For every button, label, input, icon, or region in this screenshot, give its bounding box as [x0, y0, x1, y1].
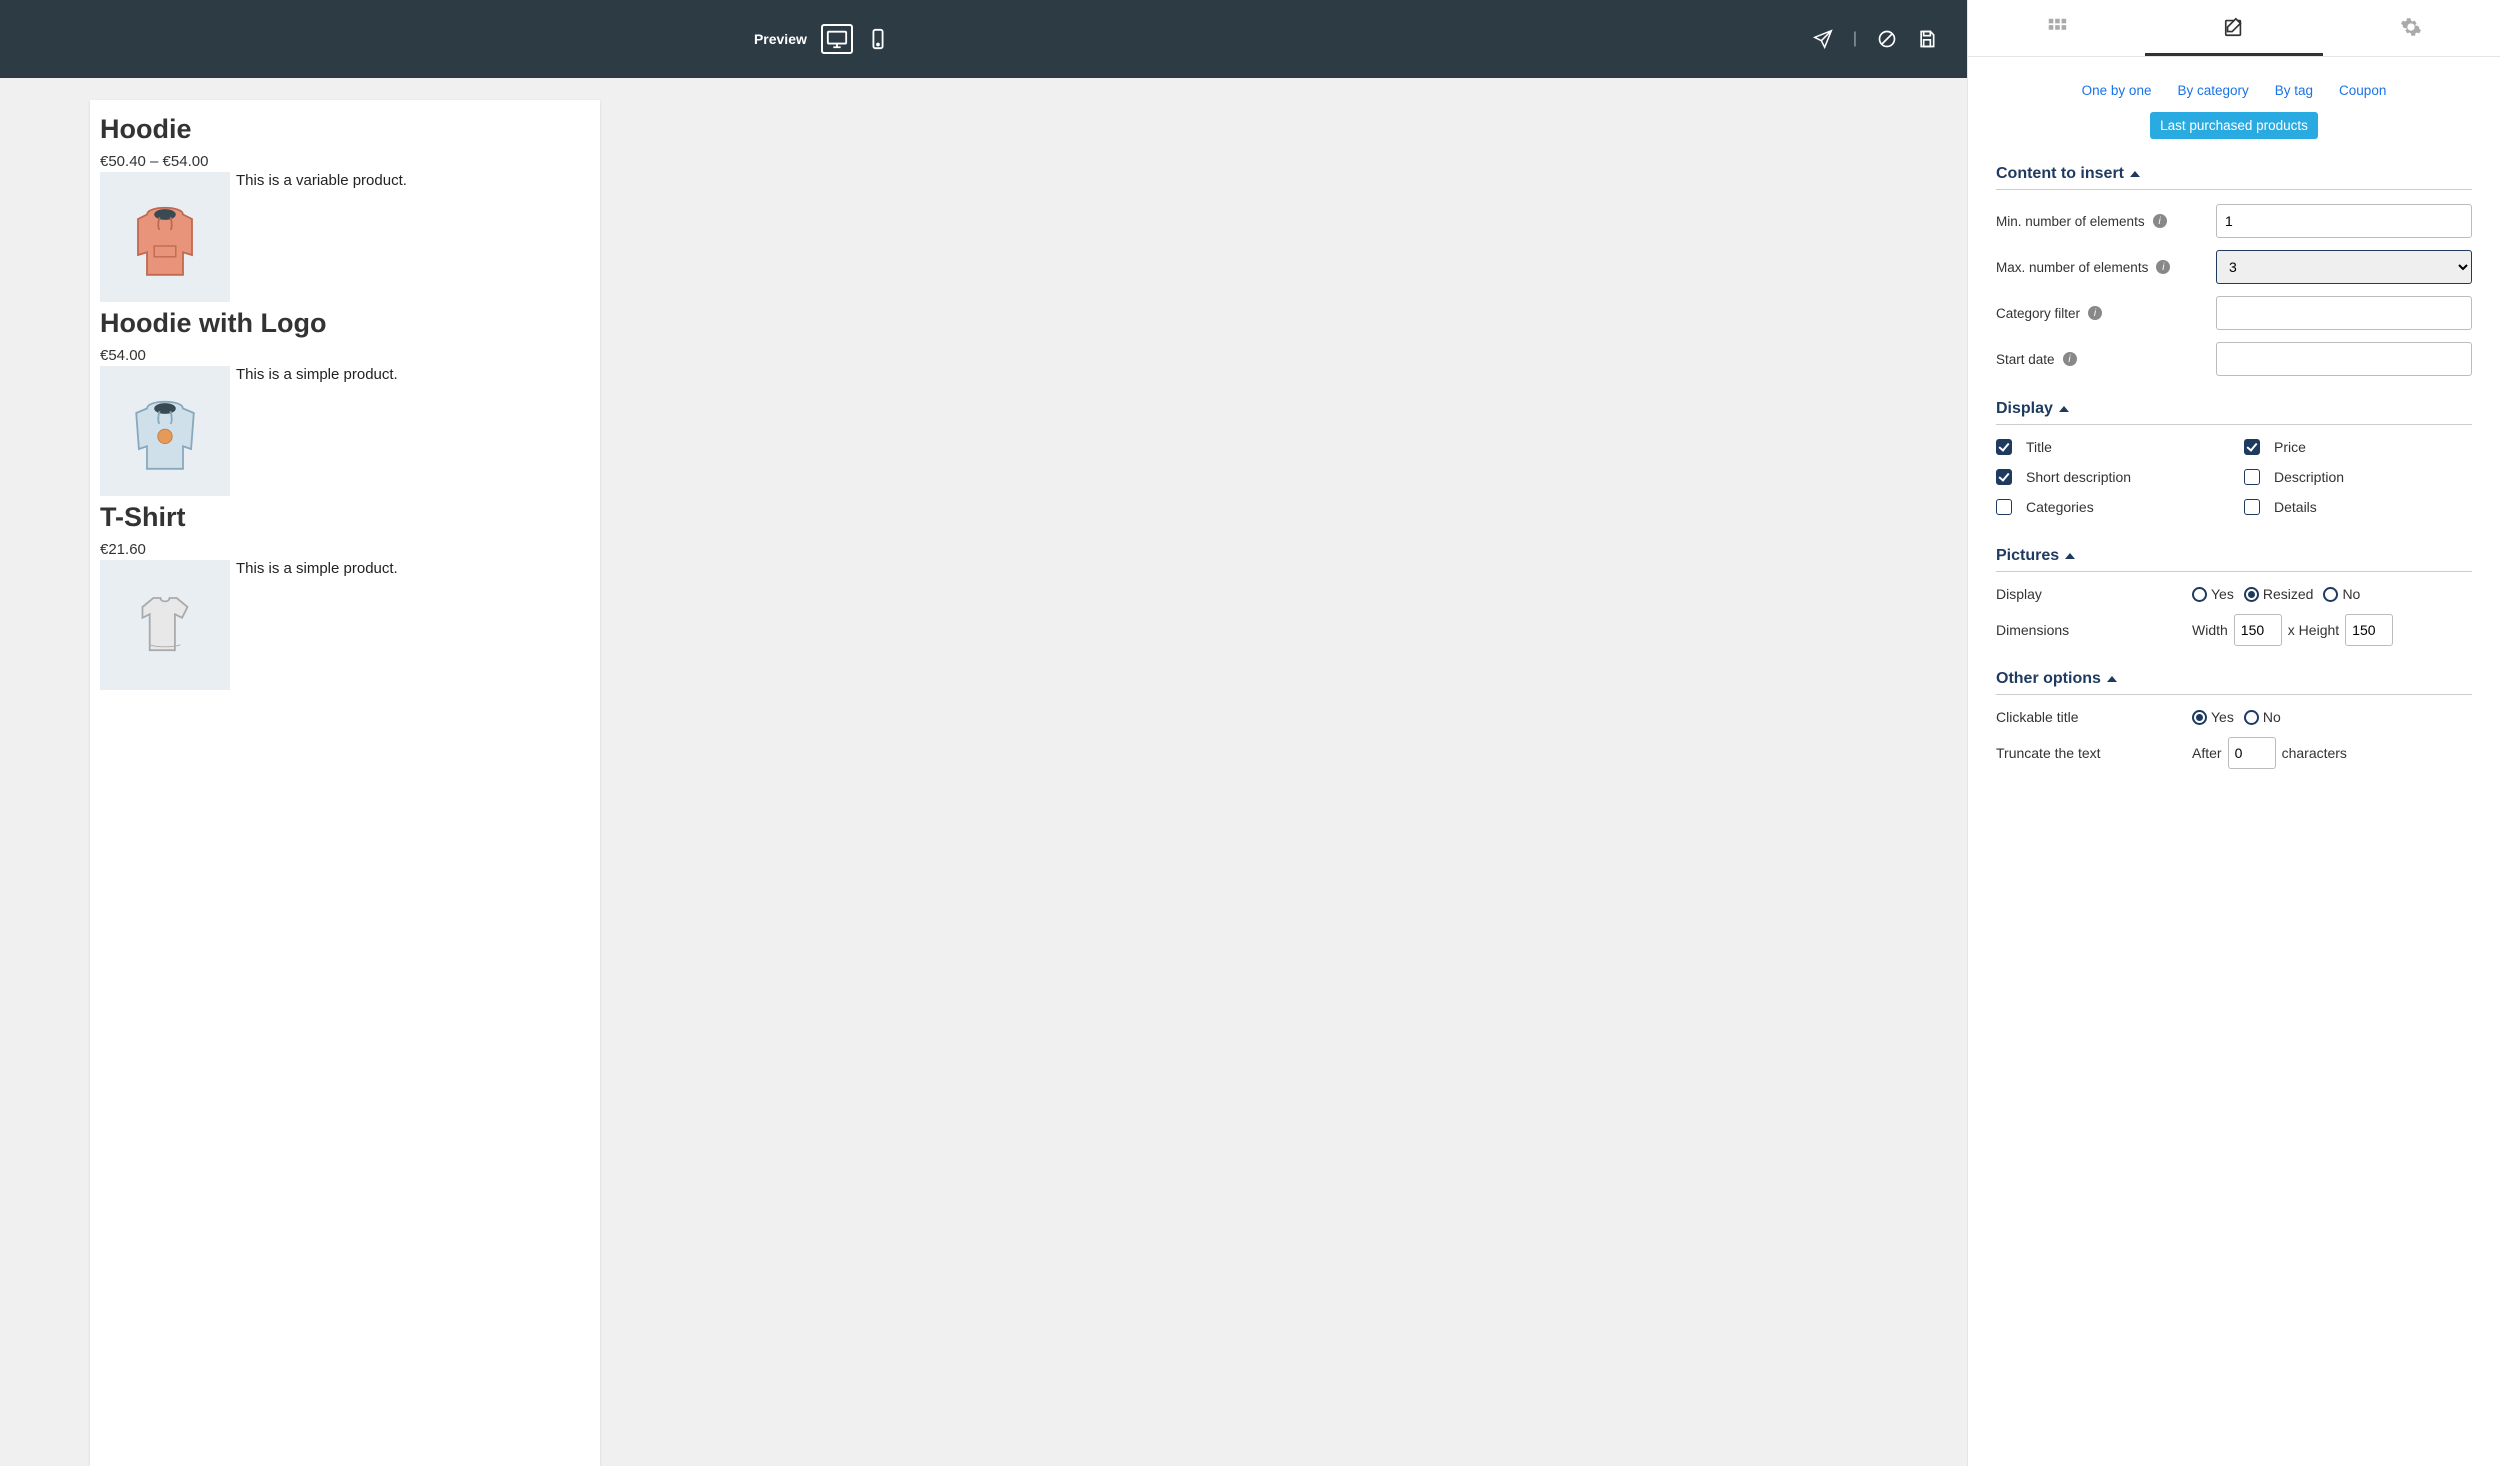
info-icon: i	[2156, 260, 2170, 274]
pictures-display-label: Display	[1996, 586, 2192, 602]
subtab-one-by-one[interactable]: One by one	[2074, 79, 2160, 102]
info-icon: i	[2088, 306, 2102, 320]
min-elements-input[interactable]	[2216, 204, 2472, 238]
subtab-by-tag[interactable]: By tag	[2267, 79, 2321, 102]
product-item: Hoodie with Logo €54.00 This is a simple p…	[100, 308, 590, 496]
product-item: T-Shirt €21.60 This is a simple product.	[100, 502, 590, 690]
section-pictures[interactable]: Pictures	[1996, 535, 2472, 572]
radio-clickable-no[interactable]: No	[2244, 709, 2281, 725]
radio-display-resized[interactable]: Resized	[2244, 586, 2314, 602]
check-details[interactable]: Details	[2244, 499, 2472, 515]
product-title: Hoodie with Logo	[100, 308, 590, 339]
min-elements-label: Min. number of elementsi	[1996, 214, 2206, 229]
toolbar-divider: |	[1853, 30, 1857, 48]
subtab-by-category[interactable]: By category	[2169, 79, 2256, 102]
truncate-input[interactable]	[2228, 737, 2276, 769]
save-icon[interactable]	[1917, 29, 1937, 49]
start-date-input[interactable]	[2216, 342, 2472, 376]
check-price[interactable]: Price	[2244, 439, 2472, 455]
product-description: This is a variable product.	[236, 172, 407, 302]
chevron-up-icon	[2059, 406, 2069, 412]
checkbox-icon[interactable]	[1996, 469, 2012, 485]
check-descr[interactable]: Description	[2244, 469, 2472, 485]
check-title[interactable]: Title	[1996, 439, 2224, 455]
info-icon: i	[2153, 214, 2167, 228]
tab-edit[interactable]	[2145, 0, 2322, 56]
product-description: This is a simple product.	[236, 560, 398, 690]
dimensions-label: Dimensions	[1996, 622, 2192, 638]
checkbox-icon[interactable]	[2244, 469, 2260, 485]
send-icon[interactable]	[1813, 29, 1833, 49]
product-title: T-Shirt	[100, 502, 590, 533]
section-display[interactable]: Display	[1996, 388, 2472, 425]
product-description: This is a simple product.	[236, 366, 398, 496]
section-other-options[interactable]: Other options	[1996, 658, 2472, 695]
category-filter-label: Category filteri	[1996, 306, 2206, 321]
sub-tabs: One by one By category By tag Coupon Last pu…	[1996, 57, 2472, 153]
width-input[interactable]	[2234, 614, 2282, 646]
preview-pane: Hoodie €50.40 – €54.00 This is a variable …	[90, 100, 600, 1466]
chevron-up-icon	[2107, 676, 2117, 682]
radio-clickable-yes[interactable]: Yes	[2192, 709, 2234, 725]
product-price: €50.40 – €54.00	[100, 153, 590, 170]
chevron-up-icon	[2065, 553, 2075, 559]
subtab-last-purchased-products[interactable]: Last purchased products	[2150, 112, 2318, 139]
product-image	[100, 560, 230, 690]
category-filter-input[interactable]	[2216, 296, 2472, 330]
product-title: Hoodie	[100, 114, 590, 145]
clickable-title-label: Clickable title	[1996, 709, 2192, 725]
max-elements-label: Max. number of elementsi	[1996, 260, 2206, 275]
settings-panel: One by one By category By tag Coupon Last pu…	[1967, 0, 2500, 1466]
checkbox-icon[interactable]	[1996, 439, 2012, 455]
product-image	[100, 366, 230, 496]
radio-display-no[interactable]: No	[2323, 586, 2360, 602]
product-price: €21.60	[100, 541, 590, 558]
radio-display-yes[interactable]: Yes	[2192, 586, 2234, 602]
product-item: Hoodie €50.40 – €54.00 This is a variable …	[100, 114, 590, 302]
chevron-up-icon	[2130, 171, 2140, 177]
check-short[interactable]: Short description	[1996, 469, 2224, 485]
checkbox-icon[interactable]	[2244, 499, 2260, 515]
check-cats[interactable]: Categories	[1996, 499, 2224, 515]
editor-toolbar: Preview |	[0, 0, 1967, 78]
checkbox-icon[interactable]	[2244, 439, 2260, 455]
product-image	[100, 172, 230, 302]
truncate-label: Truncate the text	[1996, 745, 2192, 761]
tab-settings[interactable]	[2323, 0, 2500, 56]
section-content-to-insert[interactable]: Content to insert	[1996, 153, 2472, 190]
subtab-coupon[interactable]: Coupon	[2331, 79, 2394, 102]
height-input[interactable]	[2345, 614, 2393, 646]
desktop-view-button[interactable]	[821, 24, 853, 54]
product-price: €54.00	[100, 347, 590, 364]
cancel-icon[interactable]	[1877, 29, 1897, 49]
mobile-view-button[interactable]	[867, 28, 889, 50]
checkbox-icon[interactable]	[1996, 499, 2012, 515]
info-icon: i	[2063, 352, 2077, 366]
tab-blocks[interactable]	[1968, 0, 2145, 56]
preview-label: Preview	[754, 31, 807, 47]
max-elements-select[interactable]: 3	[2216, 250, 2472, 284]
start-date-label: Start datei	[1996, 352, 2206, 367]
